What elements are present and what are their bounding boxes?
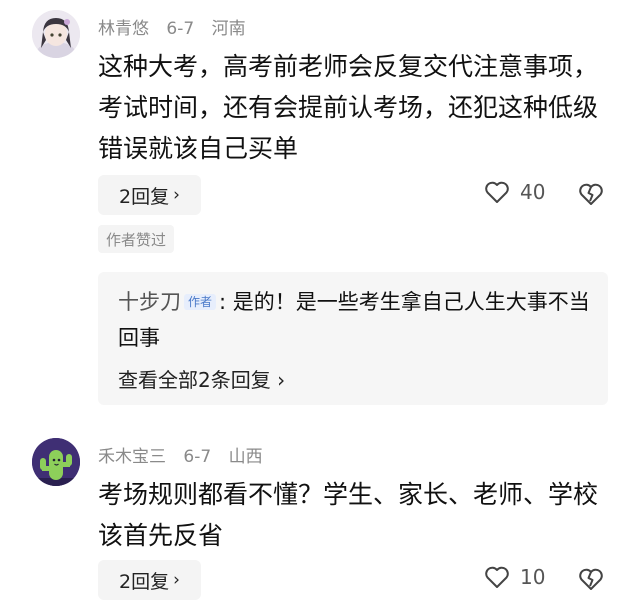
view-all-label: 查看全部2条回复	[118, 368, 271, 392]
username[interactable]: 禾木宝三	[98, 447, 166, 467]
cactus-avatar-icon	[32, 438, 80, 486]
comment-date: 6-7	[166, 19, 195, 39]
chevron-right-icon: ›	[277, 368, 286, 392]
comment-date: 6-7	[183, 447, 212, 467]
comment-text: 考场规则都看不懂？学生、家长、老师、学校该首先反省	[98, 480, 599, 550]
avatar[interactable]	[32, 438, 80, 486]
author-liked-badge: 作者赞过	[98, 225, 175, 253]
reply-label: 2回复	[119, 185, 170, 208]
author-badge: 作者	[184, 294, 217, 310]
heart-outline-icon	[485, 181, 509, 203]
broken-heart-icon	[579, 183, 603, 205]
dislike-button[interactable]	[578, 182, 604, 210]
like-count: 40	[520, 180, 546, 204]
comment-location: 河南	[211, 19, 246, 39]
like-button[interactable]: 10	[484, 565, 545, 589]
sub-reply-box[interactable]: 十步刀 作者: 是的！是一些考生拿自己人生大事不当回事 查看全部2条回复 ›	[98, 272, 608, 405]
like-button[interactable]: 40	[484, 180, 545, 204]
anime-girl-avatar-icon	[32, 10, 80, 58]
chevron-right-icon: ›	[173, 185, 180, 205]
comment-meta: 禾木宝三 6-7 山西	[98, 442, 275, 467]
broken-heart-icon	[579, 568, 603, 590]
avatar[interactable]	[32, 10, 80, 58]
reply-label: 2回复	[119, 570, 170, 593]
reply-button[interactable]: 2回复 ›	[98, 175, 201, 215]
comment-meta: 林青悠 6-7 河南	[98, 14, 258, 39]
heart-outline-icon	[485, 566, 509, 588]
sub-reply: 十步刀 作者: 是的！是一些考生拿自己人生大事不当回事	[118, 284, 598, 356]
comment-location: 山西	[228, 447, 263, 467]
username[interactable]: 林青悠	[98, 19, 149, 39]
comment-text: 这种大考，高考前老师会反复交代注意事项，考试时间，还有会提前认考场，还犯这种低级…	[98, 52, 599, 163]
reply-button[interactable]: 2回复 ›	[98, 560, 201, 600]
dislike-button[interactable]	[578, 567, 604, 595]
chevron-right-icon: ›	[173, 570, 180, 590]
sub-reply-author[interactable]: 十步刀	[118, 290, 181, 314]
view-all-replies-link[interactable]: 查看全部2条回复 ›	[118, 364, 285, 393]
like-count: 10	[520, 565, 546, 589]
